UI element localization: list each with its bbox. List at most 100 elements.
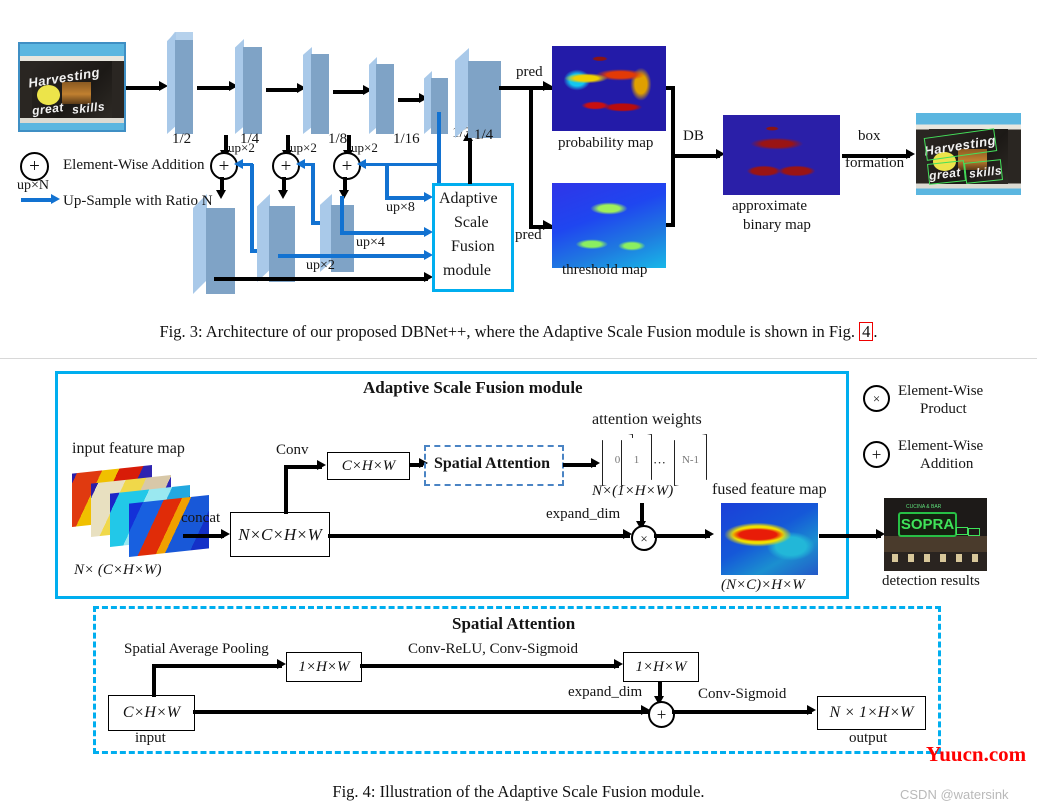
threshold-map-thumbnail bbox=[552, 183, 666, 268]
dec1-front-face bbox=[206, 208, 235, 294]
sa-to-weights-arrowhead bbox=[591, 458, 600, 468]
sa-pooled-to-mid-arrowhead bbox=[614, 659, 623, 669]
blue-up2-h bbox=[278, 254, 428, 258]
attention-weights-label: attention weights bbox=[592, 411, 702, 428]
fused-to-detection-line bbox=[819, 534, 881, 538]
figure-4-caption: Fig. 4: Illustration of the Adaptive Sca… bbox=[332, 782, 705, 801]
encoder-scale-label-3: 1/8 bbox=[328, 131, 348, 147]
fused-feature-map-label: fused feature map bbox=[712, 481, 827, 498]
product-symbol-node: × bbox=[640, 530, 648, 546]
product-to-fused-line bbox=[654, 534, 710, 538]
pred-label-bottom: pred bbox=[515, 227, 542, 243]
figure-3-caption-ref: 4 bbox=[862, 322, 871, 341]
input-image-thumbnail: Harvesting great skills bbox=[18, 42, 126, 132]
asf-module-box-fig3: Adaptive Scale Fusion module bbox=[432, 183, 514, 292]
detected-box-2 bbox=[926, 160, 966, 185]
approximate-binary-map-thumbnail bbox=[723, 115, 840, 195]
figure-3-caption-text: Fig. 3: Architecture of our proposed DBN… bbox=[159, 322, 860, 341]
decoder-block-2 bbox=[257, 194, 295, 282]
detection-results-label: detection results bbox=[882, 573, 980, 589]
product-to-fused-arrowhead bbox=[705, 529, 714, 539]
arrow-enc2-to-enc3 bbox=[266, 88, 298, 92]
conv-label: Conv bbox=[276, 442, 309, 458]
arrowhead-pred-bottom bbox=[543, 220, 552, 230]
enc3-front-face bbox=[311, 53, 329, 134]
asf-module-title: Adaptive Scale Fusion module bbox=[363, 378, 583, 397]
legend-product-symbol: × bbox=[872, 391, 881, 406]
sa-mid-box: 1×H×W bbox=[623, 652, 699, 682]
legend-plus-symbol-fig3: + bbox=[29, 156, 40, 177]
db-line-out bbox=[671, 154, 720, 158]
db-line-bot bbox=[666, 223, 675, 227]
sa-pooled-box-text: 1×H×W bbox=[298, 658, 350, 675]
sa-conv-sigmoid-label: Conv-Sigmoid bbox=[698, 686, 787, 702]
attention-weight-text-1: 1 bbox=[633, 454, 640, 466]
arrowhead-box-formation bbox=[906, 149, 915, 159]
detection-result-thumbnail: Harvesting great skills bbox=[916, 113, 1021, 195]
plus-symbol-3: + bbox=[341, 155, 353, 177]
conv-branch-v bbox=[284, 465, 288, 514]
detection-sign-small-1 bbox=[956, 527, 968, 535]
threshold-map-label: threshold map bbox=[562, 262, 648, 278]
legend-addition-circle: + bbox=[863, 441, 890, 468]
concat-shape-text: N×C×H×W bbox=[238, 524, 322, 544]
blue-up4-v bbox=[340, 196, 344, 232]
fused-output-block bbox=[455, 48, 501, 138]
legend-add-circle-fig3: + bbox=[20, 152, 49, 181]
binary-map-label-line1: approximate bbox=[732, 198, 807, 214]
encoder-block-5 bbox=[424, 71, 448, 134]
attention-weight-card-1: 1 bbox=[621, 434, 652, 486]
legend-product-line1: Element-Wise bbox=[898, 383, 984, 399]
enc2-front-face bbox=[243, 46, 262, 134]
legend-upsample-arrowhead bbox=[51, 194, 60, 204]
element-wise-product-node: × bbox=[631, 525, 657, 551]
sa-addition-symbol: + bbox=[656, 705, 667, 724]
binary-map-label-line2: binary map bbox=[743, 217, 811, 233]
legend-upsample-symbol-fig3: up×N bbox=[17, 178, 50, 193]
detection-results-thumbnail: CUCINA & BAR SOPRA bbox=[884, 498, 987, 571]
concat-label: concat bbox=[181, 510, 221, 526]
sa-input-to-plus-line bbox=[193, 710, 649, 714]
conv-shape-text: C×H×W bbox=[341, 457, 396, 474]
blue-line-to-add1 bbox=[240, 162, 253, 166]
conv-shape-box: C×H×W bbox=[327, 452, 410, 480]
fusion-upsample-label-4-text: up×4 bbox=[356, 235, 385, 250]
asf-module-line-1: Adaptive bbox=[439, 190, 498, 207]
arrow-input-to-enc1 bbox=[126, 86, 160, 90]
input-feature-map-dims: N× (C×H×W) bbox=[74, 562, 162, 578]
figure-3: Harvesting great skills 1/2 1/4 1/8 1/16… bbox=[0, 0, 1037, 360]
arrow-enc1-to-enc2 bbox=[197, 86, 230, 90]
sa-output-box-text: N × 1×H×W bbox=[829, 704, 914, 721]
arrowhead-pred-top bbox=[543, 81, 552, 91]
box-formation-label-line1: box bbox=[858, 128, 881, 144]
sa-input-label: input bbox=[135, 730, 166, 746]
spatial-attention-detail-title: Spatial Attention bbox=[452, 614, 576, 633]
arrow-enc4-to-enc5 bbox=[398, 98, 420, 102]
detected-box-3 bbox=[964, 158, 1003, 184]
blue-up8-h bbox=[385, 196, 427, 200]
detection-sign-top-text: CUCINA & BAR bbox=[906, 504, 942, 510]
black-line-dec1-to-fusion bbox=[214, 277, 428, 281]
attention-weight-text-n: N-1 bbox=[681, 454, 700, 466]
encoder-block-2 bbox=[235, 39, 262, 134]
asf-module-line-3: Fusion bbox=[451, 238, 495, 255]
legend-addition-symbol: + bbox=[871, 445, 882, 464]
spatial-attention-inner-label: Spatial Attention bbox=[434, 455, 551, 472]
figure-3-caption-ref-box[interactable]: 4 bbox=[859, 322, 874, 342]
legend-upsample-text-fig3: Up-Sample with Ratio N bbox=[63, 193, 213, 209]
sa-expand-dim-label: expand_dim bbox=[568, 684, 643, 700]
blue-line-to-add2 bbox=[302, 162, 315, 166]
detection-sign-small-2 bbox=[968, 528, 980, 536]
attention-weights-dims: N×(1×H×W) bbox=[592, 483, 674, 499]
sa-input-box-text: C×H×W bbox=[122, 704, 181, 721]
expand-dim-label-asf: expand_dim bbox=[546, 506, 621, 522]
building-windows bbox=[892, 554, 978, 562]
sa-input-box: C×H×W bbox=[108, 695, 195, 731]
sa-pool-branch-h bbox=[152, 664, 282, 668]
detection-sign-label: SOPRA bbox=[900, 516, 955, 533]
encoder-scale-label-4: 1/16 bbox=[393, 131, 420, 147]
sa-pool-branch-arrowhead bbox=[277, 659, 286, 669]
blue-line-enc5-to-add3 bbox=[362, 162, 440, 166]
pred-label-top: pred bbox=[516, 64, 543, 80]
asf-output-scale-label: 1/4 bbox=[474, 127, 494, 143]
